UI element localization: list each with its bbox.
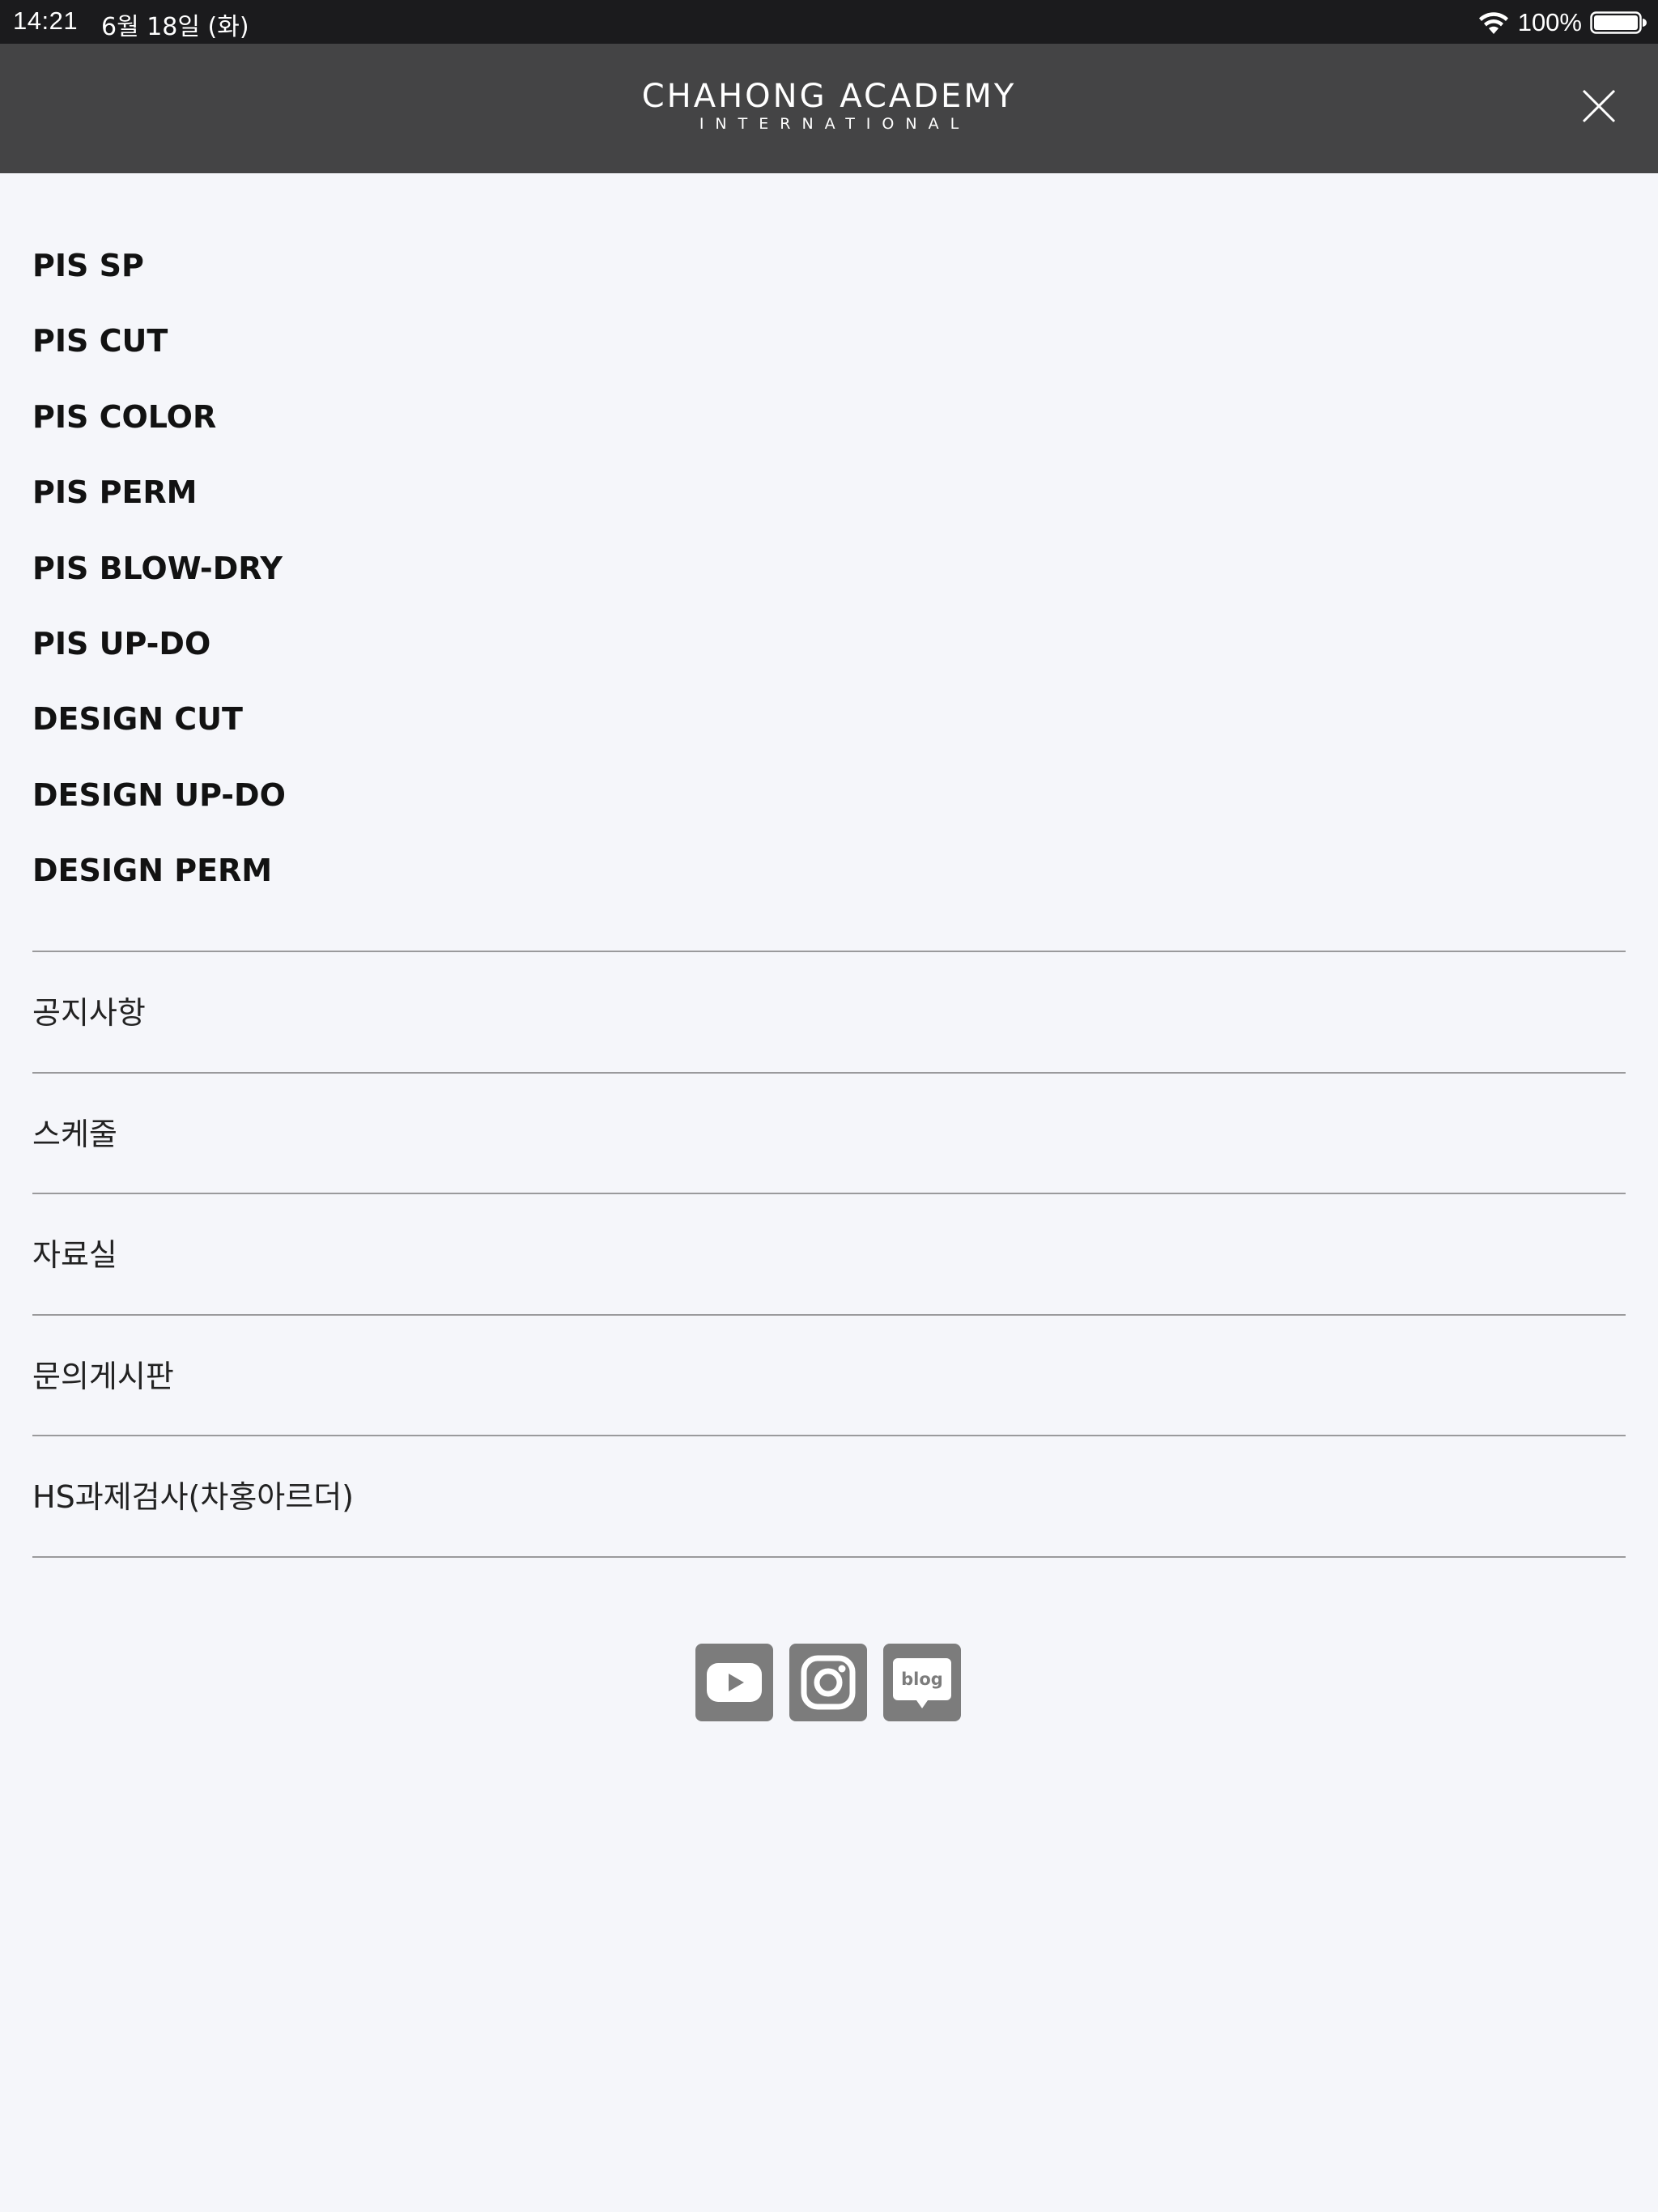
battery-percentage: 100% <box>1517 8 1582 36</box>
menu-item-pis-sp[interactable]: PIS SP <box>32 235 1626 310</box>
menu-item-design-cut[interactable]: DESIGN CUT <box>32 688 1626 764</box>
app-header: CHAHONG ACADEMY INTERNATIONAL <box>0 44 1658 173</box>
menu-item-design-perm[interactable]: DESIGN PERM <box>32 840 1626 915</box>
logo-title: CHAHONG ACADEMY <box>641 78 1017 115</box>
blog-icon: blog <box>893 1658 951 1708</box>
instagram-button[interactable] <box>789 1644 867 1721</box>
status-date: 6월 18일 (화) <box>101 13 249 41</box>
blog-button[interactable]: blog <box>883 1644 961 1721</box>
academy-logo[interactable]: CHAHONG ACADEMY INTERNATIONAL <box>0 79 1658 133</box>
menu-item-pis-perm[interactable]: PIS PERM <box>32 462 1626 537</box>
menu-item-pis-blow-dry[interactable]: PIS BLOW-DRY <box>32 538 1626 613</box>
status-indicators: 100% <box>1477 6 1647 39</box>
board-item-schedule[interactable]: 스케줄 <box>32 1074 1626 1195</box>
course-menu: PIS SP PIS CUT PIS COLOR PIS PERM PIS BL… <box>32 235 1626 916</box>
wifi-icon <box>1478 12 1508 34</box>
board-item-inquiry[interactable]: 문의게시판 <box>32 1316 1626 1437</box>
logo-subtitle: INTERNATIONAL <box>699 115 971 133</box>
youtube-icon <box>707 1663 762 1702</box>
blog-text: blog <box>901 1670 943 1689</box>
sns-links: blog <box>695 1644 961 1721</box>
menu-item-design-up-do[interactable]: DESIGN UP-DO <box>32 764 1626 840</box>
instagram-icon <box>801 1655 856 1710</box>
status-bar: 14:21 6월 18일 (화) 100% <box>0 0 1658 44</box>
board-item-notice[interactable]: 공지사항 <box>32 952 1626 1074</box>
board-item-archive[interactable]: 자료실 <box>32 1194 1626 1316</box>
menu-item-pis-cut[interactable]: PIS CUT <box>32 310 1626 385</box>
board-list: 공지사항 스케줄 자료실 문의게시판 HS과제검사(차홍아르더) <box>32 951 1626 1558</box>
board-item-hs-assignment[interactable]: HS과제검사(차홍아르더) <box>32 1436 1626 1558</box>
close-icon[interactable] <box>1579 86 1619 126</box>
menu-item-pis-up-do[interactable]: PIS UP-DO <box>32 613 1626 688</box>
battery-icon <box>1590 11 1647 34</box>
youtube-button[interactable] <box>695 1644 773 1721</box>
status-time: 14:21 <box>13 6 79 35</box>
menu-item-pis-color[interactable]: PIS COLOR <box>32 386 1626 462</box>
